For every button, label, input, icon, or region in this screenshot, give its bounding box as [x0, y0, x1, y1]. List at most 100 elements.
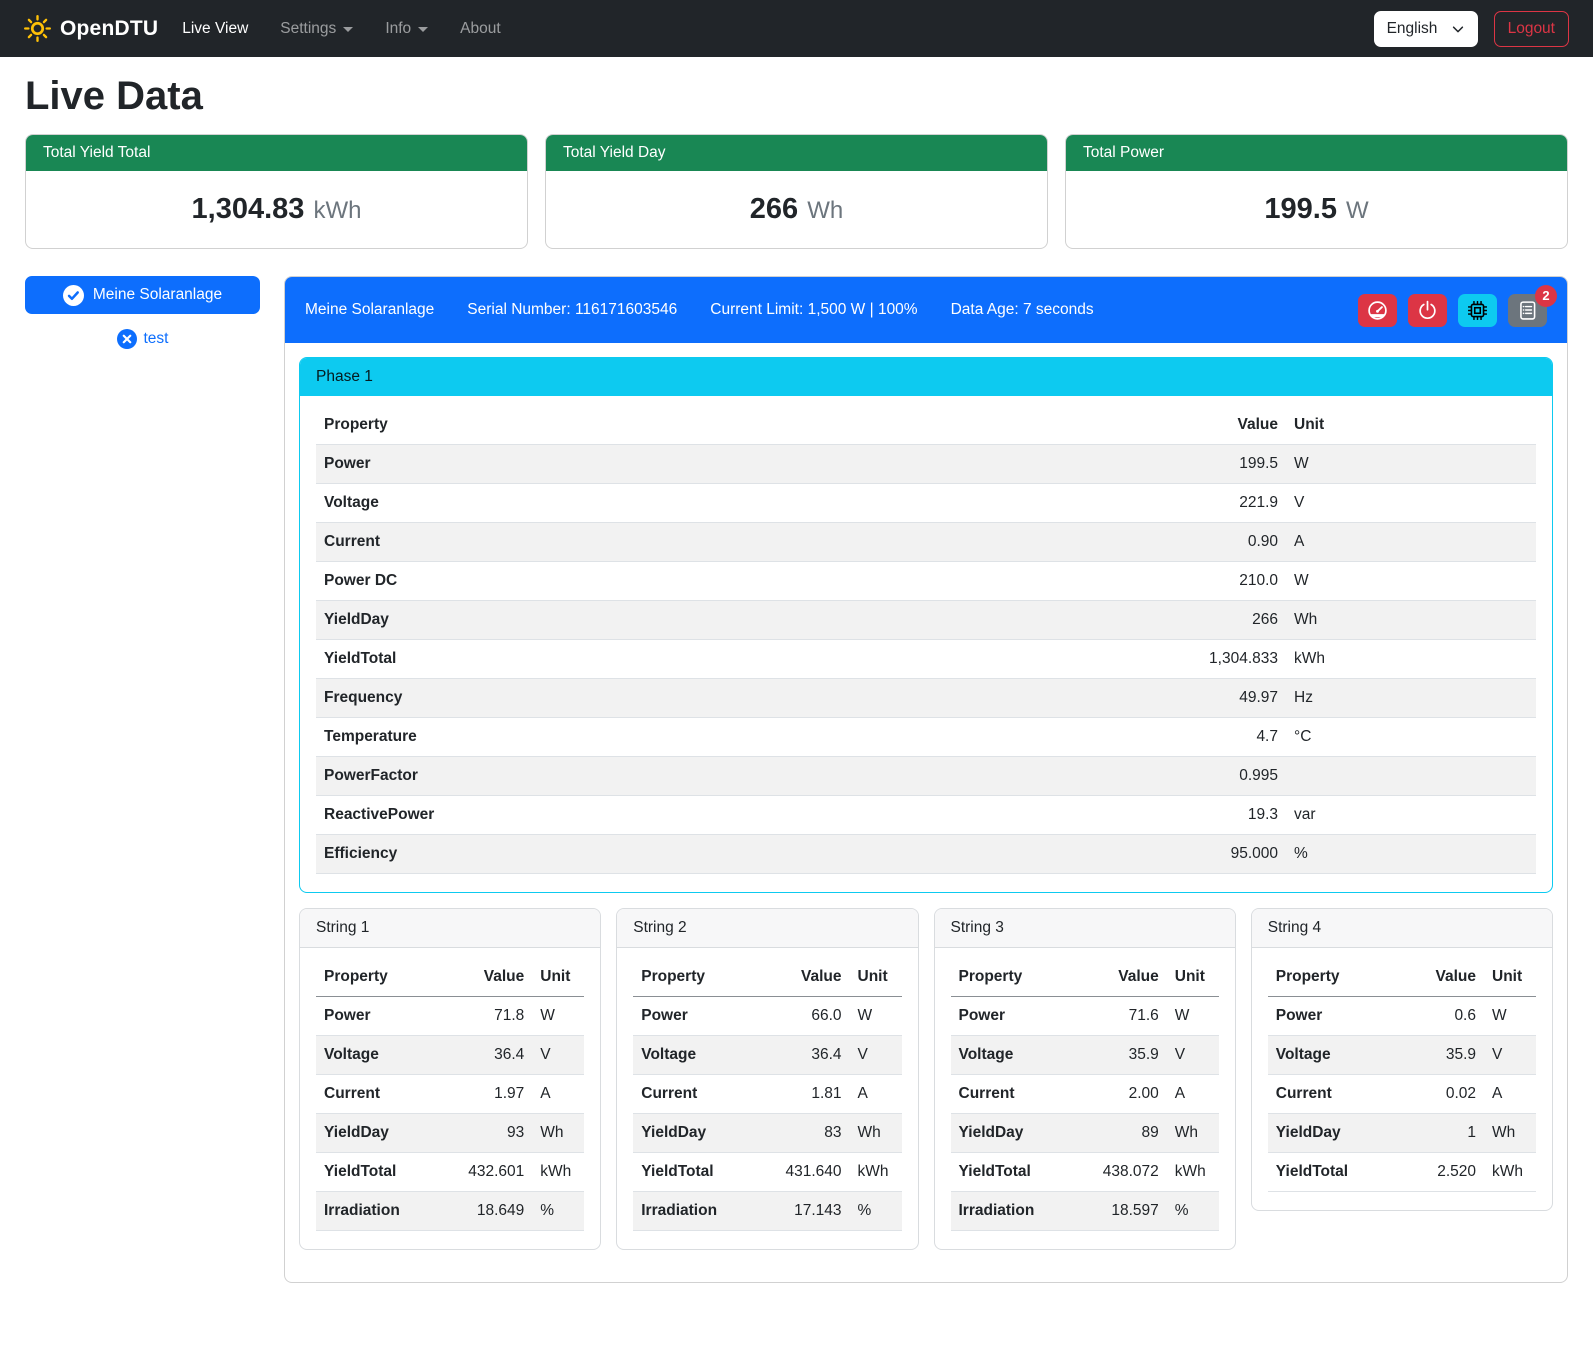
string-card-title: String 2	[617, 909, 917, 948]
row-unit: W	[1484, 997, 1536, 1036]
row-unit: V	[850, 1036, 902, 1075]
device-info-button[interactable]	[1458, 294, 1497, 327]
summary-card-title: Total Yield Total	[26, 135, 527, 171]
string-card-title: String 4	[1252, 909, 1552, 948]
row-value: 71.6	[1072, 997, 1167, 1036]
table-row: Power DC 210.0 W	[316, 562, 1536, 601]
nav-menu: Live View Settings Info About	[182, 12, 532, 46]
column-header: Unit	[850, 958, 902, 997]
table-row: Power 66.0 W	[633, 997, 901, 1036]
limit-settings-button[interactable]	[1358, 294, 1397, 327]
table-row: Voltage 221.9 V	[316, 484, 1536, 523]
row-value: 431.640	[755, 1153, 850, 1192]
inverter-selected-button[interactable]: Meine Solaranlage	[25, 276, 260, 314]
nav-item-settings[interactable]: Settings	[280, 12, 353, 46]
row-property: Current	[316, 1075, 437, 1114]
row-property: Temperature	[316, 718, 1116, 757]
table-row: YieldTotal 2.520 kWh	[1268, 1153, 1536, 1192]
inverter-other-label: test	[144, 330, 169, 348]
row-property: Current	[316, 523, 1116, 562]
inverter-panel-body: Phase 1 PropertyValueUnit Power 199.5 W …	[285, 343, 1567, 1282]
row-property: YieldDay	[316, 601, 1116, 640]
language-selected-value: English	[1387, 20, 1438, 38]
row-value: 95.000	[1116, 835, 1286, 874]
string-card: String 3 PropertyValueUnit Power 71.6 W …	[934, 908, 1236, 1250]
row-value: 36.4	[755, 1036, 850, 1075]
event-count-badge: 2	[1535, 285, 1557, 307]
column-header: Unit	[1167, 958, 1219, 997]
row-unit: Wh	[532, 1114, 584, 1153]
table-row: Voltage 36.4 V	[316, 1036, 584, 1075]
inverter-serial: Serial Number: 116171603546	[467, 301, 677, 319]
inverter-panel: Meine Solaranlage Serial Number: 1161716…	[284, 276, 1568, 1283]
row-property: Irradiation	[633, 1192, 754, 1231]
summary-card: Total Yield Day 266Wh	[545, 134, 1048, 249]
row-value: 266	[1116, 601, 1286, 640]
table-row: Voltage 35.9 V	[951, 1036, 1219, 1075]
table-row: YieldDay 266 Wh	[316, 601, 1536, 640]
row-value: 199.5	[1116, 445, 1286, 484]
string-card: String 4 PropertyValueUnit Power 0.6 W V…	[1251, 908, 1553, 1211]
event-log-button[interactable]: 2	[1508, 294, 1547, 327]
table-row: Irradiation 17.143 %	[633, 1192, 901, 1231]
row-value: 17.143	[755, 1192, 850, 1231]
row-unit: V	[1484, 1036, 1536, 1075]
row-unit: A	[1167, 1075, 1219, 1114]
row-property: Current	[633, 1075, 754, 1114]
row-unit: W	[850, 997, 902, 1036]
row-property: YieldTotal	[951, 1153, 1072, 1192]
row-unit: %	[850, 1192, 902, 1231]
nav-item-label: Live View	[182, 20, 248, 38]
inverter-data-age: Data Age: 7 seconds	[951, 301, 1094, 319]
row-unit: Wh	[1286, 601, 1536, 640]
table-row: Irradiation 18.649 %	[316, 1192, 584, 1231]
table-row: YieldTotal 431.640 kWh	[633, 1153, 901, 1192]
row-unit: kWh	[850, 1153, 902, 1192]
row-unit: Wh	[850, 1114, 902, 1153]
table-row: Frequency 49.97 Hz	[316, 679, 1536, 718]
summary-card-value: 266	[750, 193, 798, 225]
table-row: Current 1.97 A	[316, 1075, 584, 1114]
row-property: YieldDay	[316, 1114, 437, 1153]
row-unit: A	[1484, 1075, 1536, 1114]
column-header: Property	[951, 958, 1072, 997]
nav-item-about[interactable]: About	[460, 12, 501, 46]
brand[interactable]: OpenDTU	[24, 15, 158, 42]
string-table-header-row: PropertyValueUnit	[1268, 958, 1536, 997]
row-property: Voltage	[951, 1036, 1072, 1075]
row-value: 0.995	[1116, 757, 1286, 796]
row-value: 0.90	[1116, 523, 1286, 562]
column-header: Property	[1268, 958, 1389, 997]
row-unit: A	[1286, 523, 1536, 562]
row-unit: %	[1286, 835, 1536, 874]
string-card: String 1 PropertyValueUnit Power 71.8 W …	[299, 908, 601, 1250]
row-unit: A	[850, 1075, 902, 1114]
table-row: Voltage 36.4 V	[633, 1036, 901, 1075]
inverter-item-test[interactable]: test	[25, 329, 260, 349]
row-property: YieldTotal	[633, 1153, 754, 1192]
logout-button[interactable]: Logout	[1494, 11, 1569, 47]
nav-item-live-view[interactable]: Live View	[182, 12, 248, 46]
nav-item-info[interactable]: Info	[385, 12, 428, 46]
summary-card: Total Yield Total 1,304.83kWh	[25, 134, 528, 249]
row-property: Current	[1268, 1075, 1389, 1114]
row-property: Voltage	[316, 484, 1116, 523]
string-table: PropertyValueUnit Power 0.6 W Voltage 35…	[1268, 958, 1536, 1192]
row-value: 2.00	[1072, 1075, 1167, 1114]
row-value: 19.3	[1116, 796, 1286, 835]
language-select[interactable]: English	[1374, 11, 1478, 47]
row-value: 36.4	[437, 1036, 532, 1075]
row-unit: kWh	[1484, 1153, 1536, 1192]
row-unit: Wh	[1484, 1114, 1536, 1153]
power-toggle-button[interactable]	[1408, 294, 1447, 327]
row-value: 89	[1072, 1114, 1167, 1153]
column-header: Value	[1116, 406, 1286, 445]
row-unit: %	[1167, 1192, 1219, 1231]
table-row: Power 71.8 W	[316, 997, 584, 1036]
table-row: YieldDay 83 Wh	[633, 1114, 901, 1153]
row-property: Irradiation	[316, 1192, 437, 1231]
summary-card-title: Total Power	[1066, 135, 1567, 171]
brand-title: OpenDTU	[60, 17, 158, 41]
row-value: 1,304.833	[1116, 640, 1286, 679]
phase-table-header-row: PropertyValueUnit	[316, 406, 1536, 445]
